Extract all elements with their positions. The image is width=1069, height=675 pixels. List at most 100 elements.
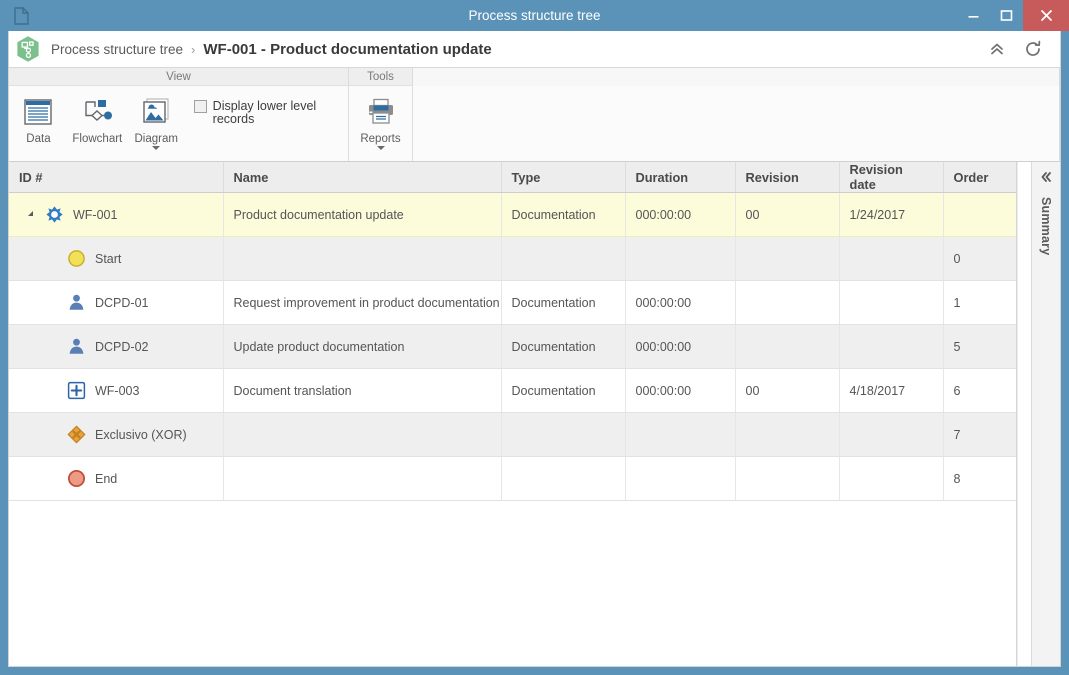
xor-gateway-icon bbox=[63, 425, 89, 444]
breadcrumb-root-link[interactable]: Process structure tree bbox=[51, 42, 183, 57]
cell-order bbox=[943, 192, 1016, 237]
cell-id: Start bbox=[9, 236, 224, 281]
ribbon-filler bbox=[413, 68, 1060, 161]
table-row[interactable]: DCPD-02 Update product documentation Docum… bbox=[9, 324, 1016, 369]
cell-revision: 00 bbox=[735, 368, 840, 413]
data-button[interactable]: Data bbox=[9, 90, 68, 145]
cell-order: 8 bbox=[943, 456, 1016, 501]
display-lower-level-records-checkbox[interactable]: Display lower level records bbox=[193, 90, 348, 126]
chevron-down-icon[interactable] bbox=[152, 146, 161, 150]
cell-duration: 000:00:00 bbox=[625, 192, 736, 237]
reports-button-label: Reports bbox=[360, 133, 401, 145]
summary-panel-label: Summary bbox=[1039, 197, 1053, 256]
printer-icon bbox=[364, 94, 398, 130]
breadcrumb: Process structure tree › WF-001 - Produc… bbox=[9, 31, 1060, 67]
row-id-label: WF-003 bbox=[95, 383, 140, 398]
row-expander[interactable] bbox=[19, 211, 41, 217]
ribbon-toolbar: View Data Flowchart Diagram Display lowe… bbox=[9, 67, 1060, 161]
column-header-order[interactable]: Order bbox=[943, 162, 1016, 193]
column-header-duration[interactable]: Duration bbox=[625, 162, 736, 193]
table-row[interactable]: Start 0 bbox=[9, 236, 1016, 281]
cell-name bbox=[223, 456, 502, 501]
cell-revision bbox=[735, 324, 840, 369]
double-chevron-up-icon[interactable] bbox=[986, 38, 1008, 60]
table-row[interactable]: DCPD-01 Request improvement in product do… bbox=[9, 280, 1016, 325]
refresh-icon[interactable] bbox=[1022, 38, 1044, 60]
cell-order: 0 bbox=[943, 236, 1016, 281]
chevron-down-icon[interactable] bbox=[376, 146, 385, 150]
cell-id: DCPD-01 bbox=[9, 280, 224, 325]
cell-order: 6 bbox=[943, 368, 1016, 413]
ribbon-group-view: View Data Flowchart Diagram Display lowe… bbox=[9, 68, 349, 161]
cell-type bbox=[501, 456, 626, 501]
table-row[interactable]: End 8 bbox=[9, 456, 1016, 501]
column-header-revision[interactable]: Revision bbox=[735, 162, 840, 193]
cell-revision: 00 bbox=[735, 192, 840, 237]
cell-id: DCPD-02 bbox=[9, 324, 224, 369]
double-chevron-left-icon[interactable] bbox=[1039, 170, 1053, 189]
cell-revision-date bbox=[839, 456, 944, 501]
process-structure-logo-icon bbox=[14, 35, 42, 63]
column-header-type[interactable]: Type bbox=[501, 162, 626, 193]
maximize-button[interactable] bbox=[990, 0, 1023, 31]
window-title: Process structure tree bbox=[468, 8, 601, 23]
cell-id: WF-001 bbox=[9, 192, 224, 237]
cell-duration bbox=[625, 456, 736, 501]
table-row[interactable]: Exclusivo (XOR) 7 bbox=[9, 412, 1016, 457]
cell-duration: 000:00:00 bbox=[625, 368, 736, 413]
reports-button[interactable]: Reports bbox=[349, 90, 412, 150]
cell-type: Documentation bbox=[501, 280, 626, 325]
cell-name bbox=[223, 236, 502, 281]
table-row[interactable]: WF-003 Document translation Documentation 0… bbox=[9, 368, 1016, 413]
cell-type: Documentation bbox=[501, 368, 626, 413]
client-area: Process structure tree › WF-001 - Produc… bbox=[8, 31, 1061, 667]
flowchart-button-label: Flowchart bbox=[72, 133, 123, 145]
flowchart-button[interactable]: Flowchart bbox=[68, 90, 127, 145]
cell-name: Update product documentation bbox=[223, 324, 502, 369]
end-event-icon bbox=[63, 469, 89, 488]
summary-panel-collapsed[interactable]: Summary bbox=[1031, 162, 1060, 666]
records-table: ID # Name Type Duration Revision Revisio… bbox=[9, 162, 1016, 501]
cell-revision-date bbox=[839, 412, 944, 457]
data-button-label: Data bbox=[26, 133, 51, 145]
diagram-button[interactable]: Diagram bbox=[127, 90, 186, 150]
cell-revision bbox=[735, 280, 840, 325]
application-window: Process structure tree Process structure… bbox=[0, 0, 1069, 675]
user-task-icon bbox=[63, 337, 89, 356]
grid-container: ID # Name Type Duration Revision Revisio… bbox=[9, 161, 1060, 666]
close-button[interactable] bbox=[1023, 0, 1069, 31]
cell-id: WF-003 bbox=[9, 368, 224, 413]
vertical-scrollbar[interactable] bbox=[1017, 162, 1031, 666]
expand-triangle-icon[interactable] bbox=[27, 211, 33, 216]
cell-revision bbox=[735, 456, 840, 501]
page-title: WF-001 - Product documentation update bbox=[203, 40, 492, 58]
cell-type: Documentation bbox=[501, 324, 626, 369]
column-header-revision-date[interactable]: Revision date bbox=[839, 162, 944, 193]
row-id-label: DCPD-02 bbox=[95, 339, 149, 354]
minimize-button[interactable] bbox=[957, 0, 990, 31]
table-header-row: ID # Name Type Duration Revision Revisio… bbox=[9, 162, 1016, 193]
column-header-id[interactable]: ID # bbox=[9, 162, 224, 193]
column-header-name[interactable]: Name bbox=[223, 162, 502, 193]
window-controls bbox=[957, 0, 1069, 31]
table-row[interactable]: WF-001 Product documentation update Docume… bbox=[9, 192, 1016, 237]
row-id-label: WF-001 bbox=[73, 207, 118, 222]
start-event-icon bbox=[63, 249, 89, 268]
display-lower-level-records-label: Display lower level records bbox=[212, 99, 317, 126]
cell-revision bbox=[735, 236, 840, 281]
ribbon-group-tools-title: Tools bbox=[349, 68, 412, 86]
cell-order: 5 bbox=[943, 324, 1016, 369]
checkbox-box[interactable] bbox=[193, 100, 207, 113]
records-grid: ID # Name Type Duration Revision Revisio… bbox=[9, 162, 1017, 666]
data-table-icon bbox=[22, 94, 54, 130]
cell-order: 1 bbox=[943, 280, 1016, 325]
cell-revision-date: 4/18/2017 bbox=[839, 368, 944, 413]
cell-revision-date: 1/24/2017 bbox=[839, 192, 944, 237]
process-node-icon bbox=[41, 205, 67, 224]
cell-name bbox=[223, 412, 502, 457]
cell-order: 7 bbox=[943, 412, 1016, 457]
cell-id: End bbox=[9, 456, 224, 501]
diagram-image-icon bbox=[140, 94, 172, 130]
header-actions bbox=[986, 31, 1052, 67]
cell-revision-date bbox=[839, 236, 944, 281]
